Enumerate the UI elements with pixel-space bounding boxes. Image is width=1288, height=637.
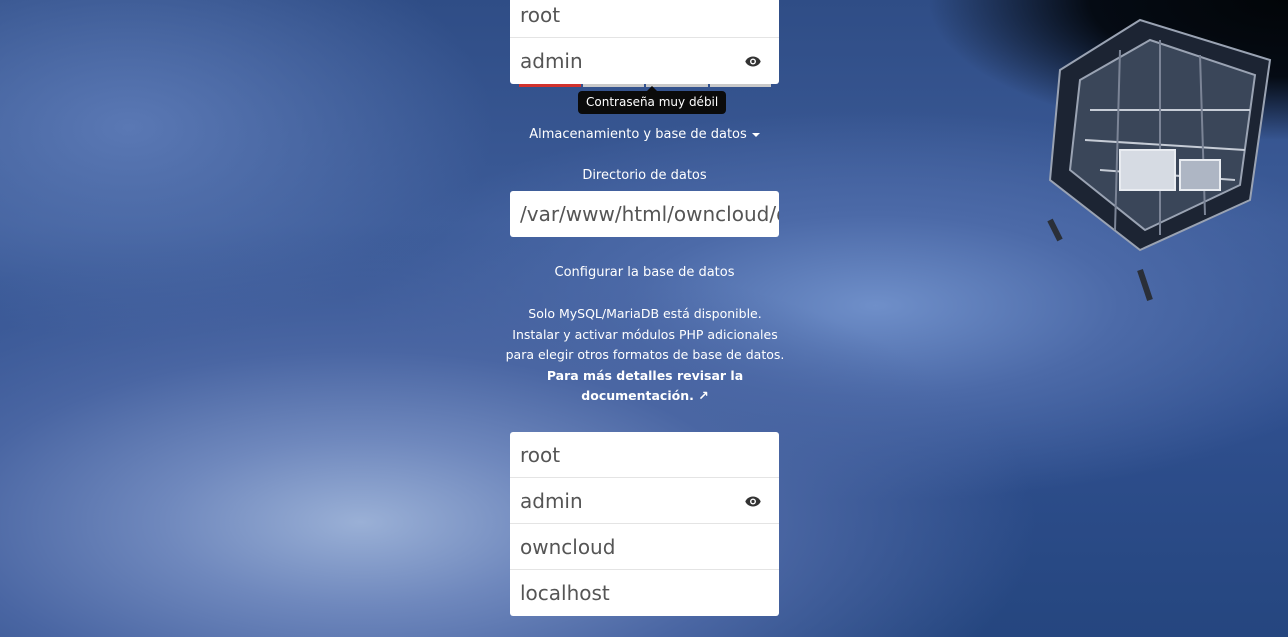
admin-password-field[interactable]: admin xyxy=(510,38,779,84)
storage-database-toggle[interactable]: Almacenamiento y base de datos xyxy=(510,127,779,142)
storage-database-toggle-label: Almacenamiento y base de datos xyxy=(529,127,747,142)
admin-username-field[interactable]: root xyxy=(510,0,779,38)
database-info-text: Solo MySQL/MariaDB está disponible. Inst… xyxy=(505,306,785,362)
data-directory-label: Directorio de datos xyxy=(582,168,707,183)
database-fields: root admin owncloud localhost xyxy=(510,432,779,616)
data-directory-input[interactable]: /var/www/html/owncloud/d xyxy=(510,191,779,237)
eye-icon[interactable] xyxy=(745,56,761,67)
strength-segment xyxy=(519,84,581,87)
admin-password-value: admin xyxy=(520,49,583,73)
strength-segment xyxy=(709,84,771,87)
database-info: Solo MySQL/MariaDB está disponible. Inst… xyxy=(505,304,785,407)
eye-icon[interactable] xyxy=(745,496,761,507)
caret-down-icon xyxy=(751,132,760,137)
admin-account-fields: root admin xyxy=(510,0,779,84)
password-strength-tooltip: Contraseña muy débil xyxy=(578,86,727,114)
db-host-field[interactable]: localhost xyxy=(510,570,779,616)
database-config-heading: Configurar la base de datos xyxy=(554,265,735,280)
db-name-field[interactable]: owncloud xyxy=(510,524,779,570)
db-user-field[interactable]: root xyxy=(510,432,779,478)
strength-segment xyxy=(582,84,644,87)
data-directory-group: /var/www/html/owncloud/d xyxy=(510,191,779,237)
password-strength-bar xyxy=(519,84,771,87)
db-password-field[interactable]: admin xyxy=(510,478,779,524)
documentation-link[interactable]: Para más detalles revisar la documentaci… xyxy=(505,366,785,407)
db-password-value: admin xyxy=(520,489,583,513)
satellite-image xyxy=(1047,18,1272,301)
